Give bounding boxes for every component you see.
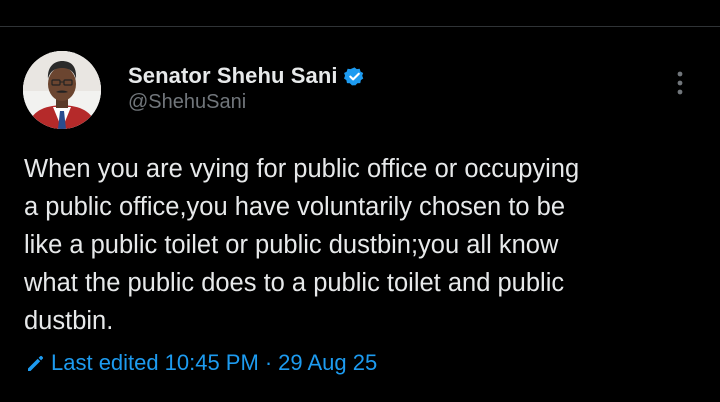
verified-badge-icon [343,66,365,87]
edited-time: 10:45 PM [164,350,259,375]
edited-label: Last edited [51,350,159,375]
tweet-text: When you are vying for public office or … [24,150,704,340]
author-handle[interactable]: @ShehuSani [128,91,365,114]
tweet-card: Senator Shehu Sani @ShehuSani When you a… [0,27,720,402]
name-row: Senator Shehu Sani [128,63,365,89]
tweet-text-line: a public office,you have voluntarily cho… [24,193,566,221]
author-display-name[interactable]: Senator Shehu Sani [128,63,338,89]
meta-separator: · [264,350,273,375]
pencil-icon [25,353,45,373]
tweet-text-line: When you are vying for public office or … [24,155,580,183]
tweet-text-line: like a public toilet or public dustbin;y… [24,231,559,259]
edit-history-link[interactable]: Last edited 10:45 PM · 29 Aug 25 [25,350,377,376]
tweet-text-line: dustbin. [24,307,114,335]
tweet-text-line: what the public does to a public toilet … [24,269,565,297]
avatar[interactable] [23,51,101,129]
edited-date: 29 Aug 25 [278,350,378,375]
profile-photo [23,51,101,129]
author-block: Senator Shehu Sani @ShehuSani [128,63,365,114]
more-vertical-icon[interactable] [666,67,694,99]
